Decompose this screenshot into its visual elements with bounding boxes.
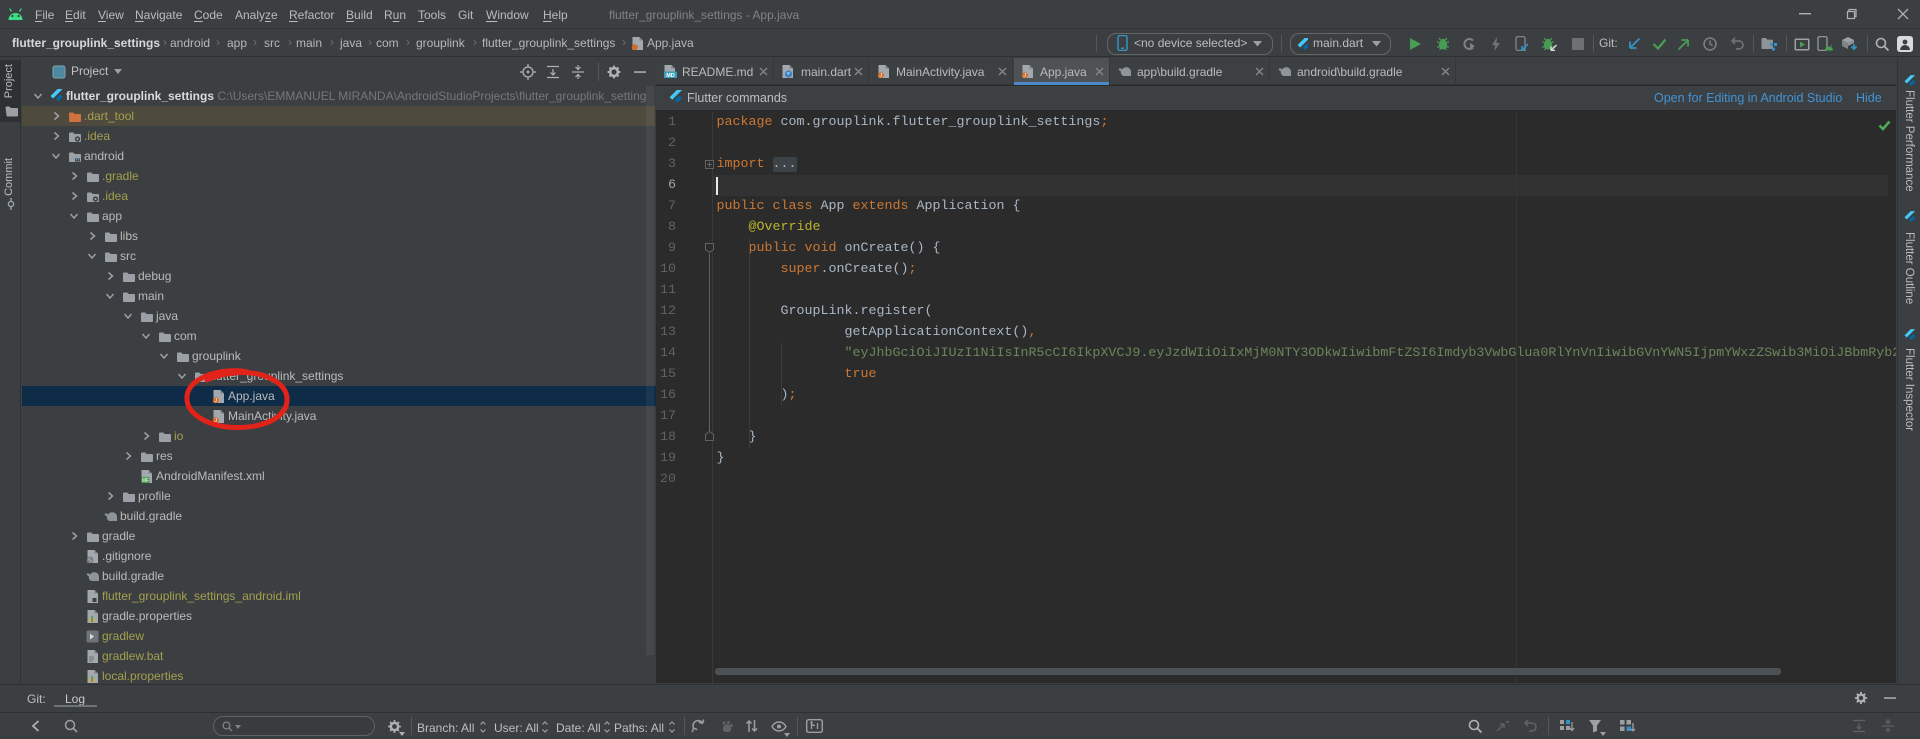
svg-text:MF: MF <box>142 478 149 484</box>
svg-text:J: J <box>1023 73 1026 79</box>
svg-text:J: J <box>879 73 882 79</box>
svg-text:MD: MD <box>666 73 675 79</box>
